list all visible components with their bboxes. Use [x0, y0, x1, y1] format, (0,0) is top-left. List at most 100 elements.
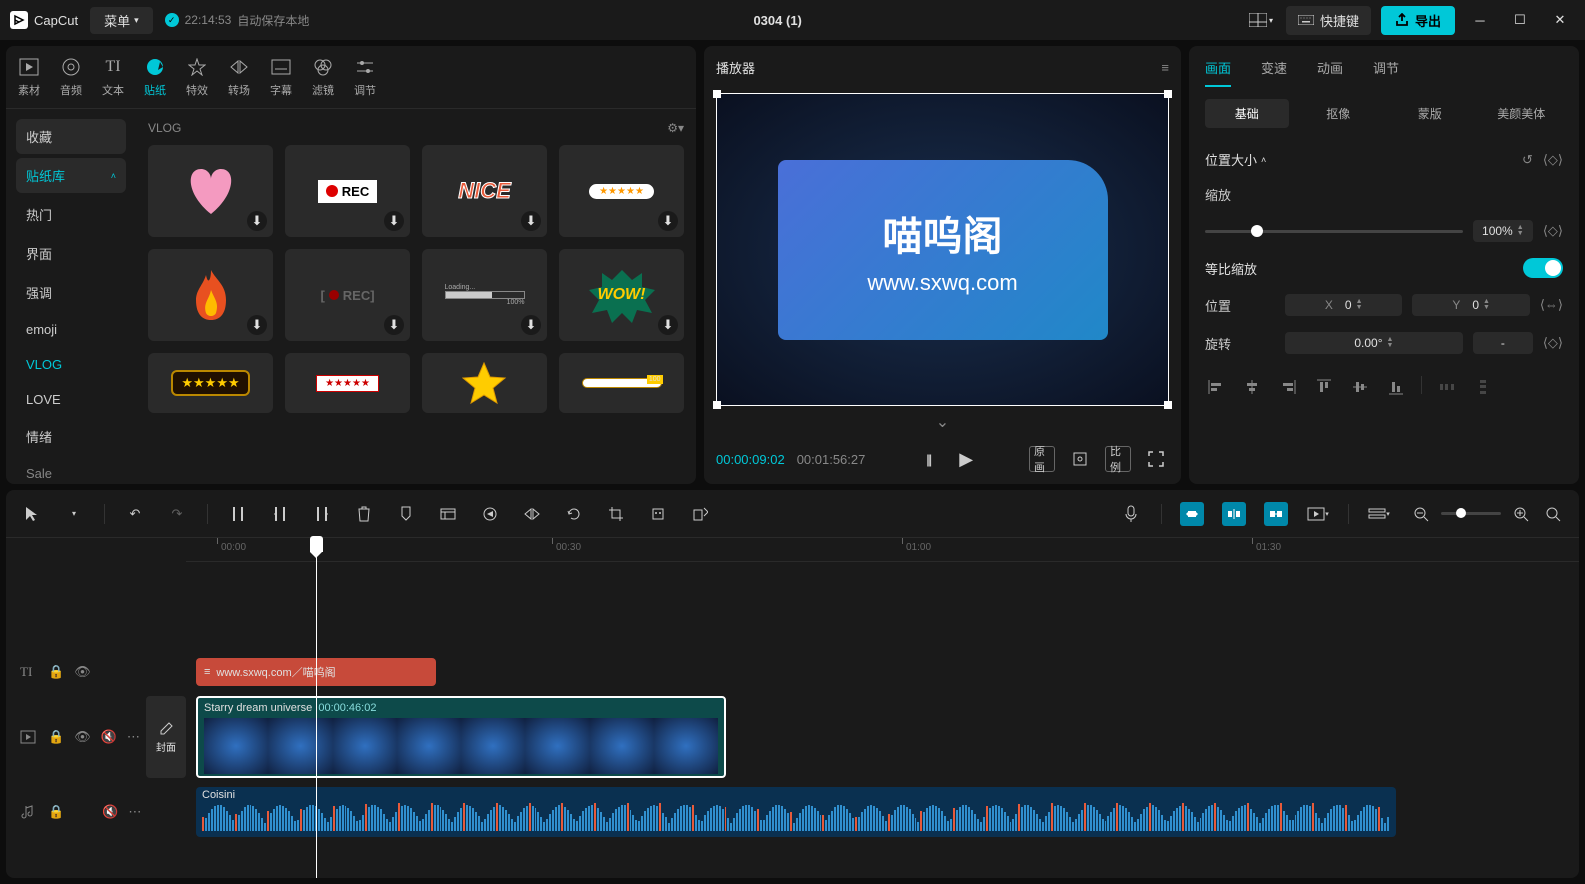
zoom-slider[interactable]: [1441, 512, 1501, 515]
tab-picture[interactable]: 画面: [1205, 58, 1231, 87]
menu-button[interactable]: 菜单 ▾: [90, 7, 153, 34]
distribute-v-icon[interactable]: [1472, 376, 1494, 398]
download-icon[interactable]: ⬇: [247, 315, 267, 335]
sticker-stars-bar[interactable]: ★★★★★⬇: [559, 145, 684, 237]
playhead[interactable]: [316, 538, 317, 878]
tab-speed[interactable]: 变速: [1261, 58, 1287, 87]
select-tool[interactable]: [20, 502, 44, 526]
position-x-input[interactable]: X0▲▼: [1285, 294, 1402, 316]
split-right-tool[interactable]: [310, 502, 334, 526]
sidebar-item-sale[interactable]: Sale: [16, 458, 126, 484]
layout-button[interactable]: ▾: [1246, 5, 1276, 35]
align-right-icon[interactable]: [1277, 376, 1299, 398]
select-dropdown[interactable]: ▾: [62, 502, 86, 526]
split-left-tool[interactable]: [268, 502, 292, 526]
sidebar-library[interactable]: 贴纸库˄: [16, 158, 126, 193]
video-clip[interactable]: Starry dream universe 00:00:46:02: [196, 696, 726, 778]
play-button[interactable]: ▶: [953, 446, 979, 472]
position-y-input[interactable]: Y0▲▼: [1412, 294, 1529, 316]
freeze-tool[interactable]: [436, 502, 460, 526]
sticker-nice[interactable]: NICE⬇: [422, 145, 547, 237]
eye-icon[interactable]: 👁: [74, 664, 91, 680]
download-icon[interactable]: ⬇: [384, 211, 404, 231]
sticker-star[interactable]: [422, 353, 547, 413]
chevron-up-icon[interactable]: ˄: [1261, 155, 1266, 165]
sidebar-item-emphasis[interactable]: 强调: [16, 275, 126, 310]
step-back-button[interactable]: |||: [915, 446, 941, 472]
export-button[interactable]: 导出: [1381, 6, 1455, 35]
lock-icon[interactable]: 🔒: [48, 664, 64, 680]
align-center-h-icon[interactable]: [1241, 376, 1263, 398]
link-icon[interactable]: ⟨⇔⟩: [1540, 297, 1563, 313]
sidebar-item-vlog[interactable]: VLOG: [16, 349, 126, 380]
magnet-track-button[interactable]: [1222, 502, 1246, 526]
download-icon[interactable]: ⬇: [658, 315, 678, 335]
sidebar-item-mood[interactable]: 情绪: [16, 419, 126, 454]
minimize-button[interactable]: ─: [1465, 5, 1495, 35]
magnet-main-button[interactable]: [1180, 502, 1204, 526]
close-button[interactable]: ✕: [1545, 5, 1575, 35]
keyframe-icon[interactable]: ⟨◇⟩: [1543, 223, 1563, 239]
tab-adjust[interactable]: 调节: [354, 56, 376, 98]
export-clip-tool[interactable]: [688, 502, 712, 526]
tab-text[interactable]: TI文本: [102, 56, 124, 98]
cover-button[interactable]: 封面: [146, 696, 186, 778]
redo-button[interactable]: ↷: [165, 502, 189, 526]
split-tool[interactable]: [226, 502, 250, 526]
mirror-tool[interactable]: [520, 502, 544, 526]
sticker-loading[interactable]: Loading...100%⬇: [422, 249, 547, 341]
download-icon[interactable]: ⬇: [384, 315, 404, 335]
preview-toggle[interactable]: ▾: [1306, 502, 1330, 526]
tab-media[interactable]: 素材: [18, 56, 40, 98]
tab-sticker[interactable]: 贴纸: [144, 56, 166, 98]
subtab-cutout[interactable]: 抠像: [1297, 99, 1381, 128]
sidebar-item-love[interactable]: LOVE: [16, 384, 126, 415]
sticker-progress[interactable]: 100: [559, 353, 684, 413]
rotate-tool[interactable]: [562, 502, 586, 526]
reset-button[interactable]: ↺: [1522, 152, 1533, 168]
eye-icon[interactable]: 👁: [74, 729, 91, 745]
marker-tool[interactable]: [394, 502, 418, 526]
chevron-down-icon[interactable]: ⌄: [704, 410, 1181, 434]
player-canvas[interactable]: 喵呜阁 www.sxwq.com: [716, 93, 1169, 406]
filter-icon[interactable]: ⚙▾: [667, 121, 684, 135]
crop-button[interactable]: [1067, 446, 1093, 472]
keyframe-nav-icon[interactable]: ⟨◇⟩: [1543, 152, 1563, 168]
original-button[interactable]: 原画: [1029, 446, 1055, 472]
undo-button[interactable]: ↶: [123, 502, 147, 526]
rotation-step[interactable]: -: [1473, 332, 1533, 354]
mic-button[interactable]: [1119, 502, 1143, 526]
tab-adjust-prop[interactable]: 调节: [1373, 58, 1399, 87]
mute-icon[interactable]: 🔇: [101, 729, 117, 745]
lock-icon[interactable]: 🔒: [48, 729, 64, 745]
tab-audio[interactable]: 音频: [60, 56, 82, 98]
sticker-rec2[interactable]: [REC]⬇: [285, 249, 410, 341]
download-icon[interactable]: ⬇: [658, 211, 678, 231]
download-icon[interactable]: ⬇: [521, 211, 541, 231]
subtab-beauty[interactable]: 美颜美体: [1480, 99, 1564, 128]
sticker-heart[interactable]: ⬇: [148, 145, 273, 237]
mute-icon[interactable]: 🔇: [102, 804, 118, 820]
lock-icon[interactable]: 🔒: [48, 804, 64, 820]
sidebar-collection[interactable]: 收藏: [16, 119, 126, 154]
maximize-button[interactable]: ☐: [1505, 5, 1535, 35]
tab-caption[interactable]: 字幕: [270, 56, 292, 98]
more-icon[interactable]: ⋯: [128, 804, 141, 820]
tab-effect[interactable]: 特效: [186, 56, 208, 98]
sidebar-item-emoji[interactable]: emoji: [16, 314, 126, 345]
menu-icon[interactable]: ≡: [1161, 60, 1169, 75]
align-left-icon[interactable]: [1205, 376, 1227, 398]
zoom-fit-button[interactable]: [1541, 502, 1565, 526]
link-clips-button[interactable]: [1264, 502, 1288, 526]
delete-tool[interactable]: [352, 502, 376, 526]
sidebar-item-ui[interactable]: 界面: [16, 236, 126, 271]
scale-slider[interactable]: [1205, 230, 1463, 233]
crop-tool[interactable]: [604, 502, 628, 526]
sticker-rec[interactable]: REC⬇: [285, 145, 410, 237]
fullscreen-button[interactable]: [1143, 446, 1169, 472]
zoom-out-button[interactable]: [1409, 502, 1433, 526]
distribute-h-icon[interactable]: [1436, 376, 1458, 398]
sticker-fire[interactable]: ⬇: [148, 249, 273, 341]
audio-clip[interactable]: Coisini: [196, 787, 1396, 837]
subtab-basic[interactable]: 基础: [1205, 99, 1289, 128]
